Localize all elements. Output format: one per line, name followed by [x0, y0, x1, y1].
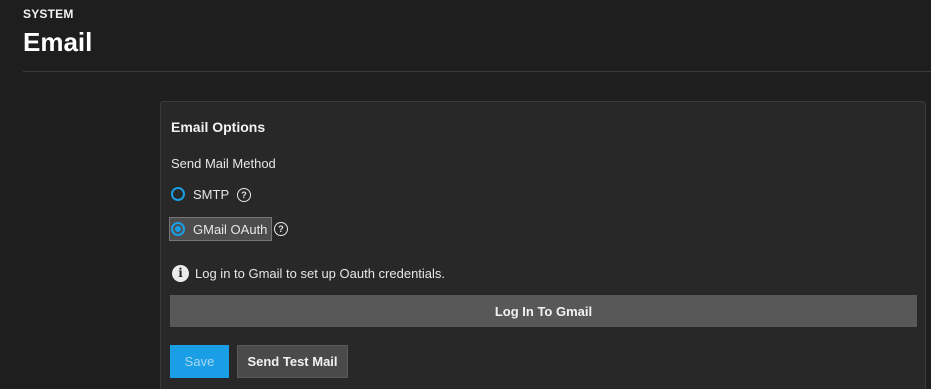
info-text: Log in to Gmail to set up Oauth credenti… [195, 266, 446, 281]
save-button[interactable]: Save [170, 345, 229, 378]
gmail-oauth-radio-label: GMail OAuth [193, 221, 268, 237]
gmail-oauth-radio-button[interactable] [171, 222, 185, 236]
smtp-radio-option[interactable]: SMTP [170, 183, 229, 205]
info-circle-icon: i [172, 265, 189, 282]
page-title: Email [23, 27, 93, 57]
section-label: SYSTEM [23, 7, 74, 21]
send-test-mail-button[interactable]: Send Test Mail [237, 345, 348, 378]
card-title: Email Options [171, 119, 266, 135]
header-divider [23, 71, 931, 72]
smtp-radio-button[interactable] [171, 187, 185, 201]
info-message: i Log in to Gmail to set up Oauth creden… [172, 265, 445, 282]
smtp-radio-label: SMTP [193, 186, 230, 202]
gmail-oauth-help-icon[interactable]: ? [274, 222, 288, 236]
smtp-help-icon[interactable]: ? [237, 188, 251, 202]
log-in-to-gmail-button[interactable]: Log In To Gmail [170, 295, 917, 327]
gmail-oauth-radio-option[interactable]: GMail OAuth [168, 217, 273, 241]
page-header: SYSTEM Email [0, 0, 931, 72]
email-options-card: Email Options Send Mail Method SMTP ? GM… [160, 101, 926, 389]
email-settings-page: SYSTEM Email Email Options Send Mail Met… [0, 0, 931, 389]
send-mail-method-label: Send Mail Method [171, 156, 276, 171]
